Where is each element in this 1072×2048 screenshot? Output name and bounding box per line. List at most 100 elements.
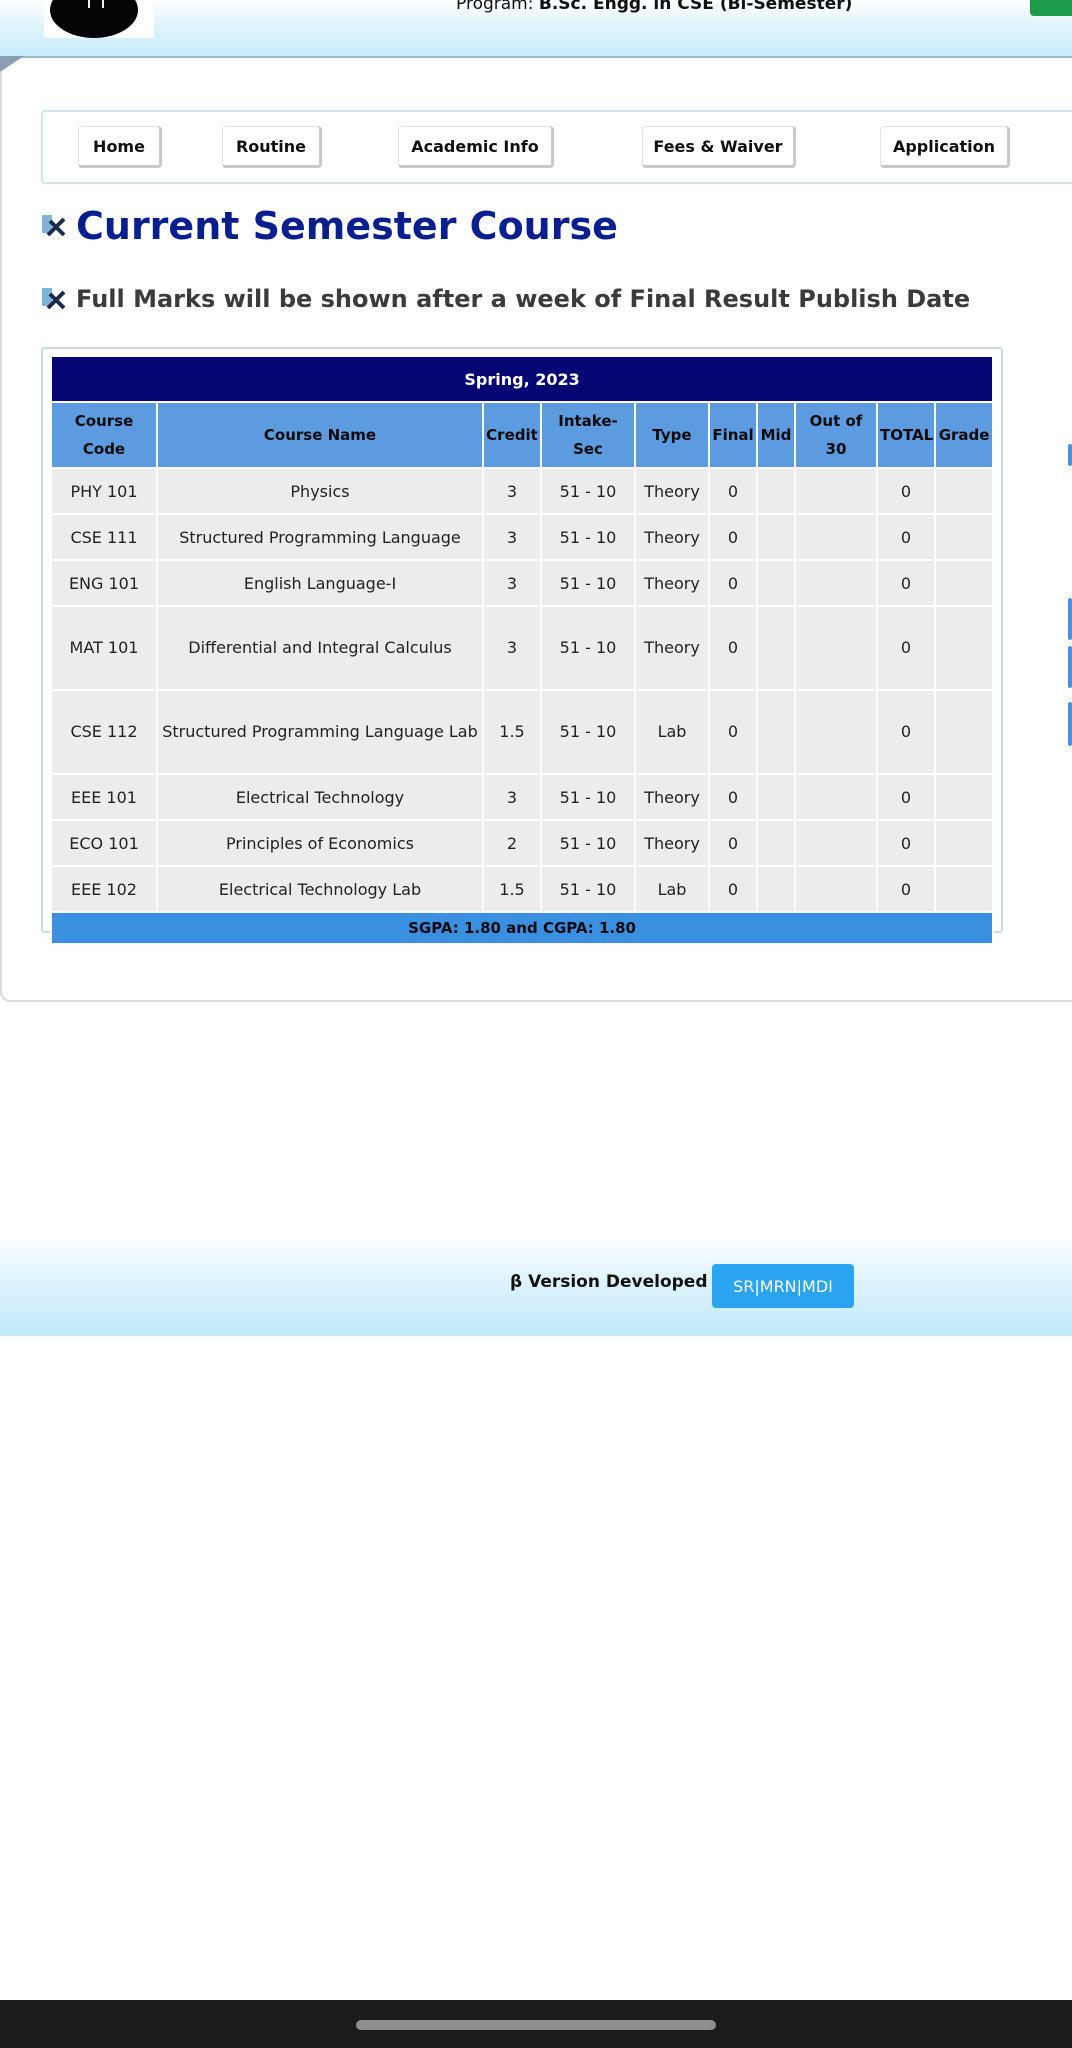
cell-grade (933, 605, 995, 691)
column-header: Mid (756, 401, 796, 469)
cell-grade (933, 773, 995, 821)
system-nav-bar (0, 2000, 1072, 2048)
cell-total: 0 (876, 467, 936, 515)
cell-intake: 51 - 10 (540, 773, 636, 821)
cell-grade (933, 689, 995, 775)
cell-credit: 2 (482, 819, 542, 867)
cell-type: Lab (634, 689, 710, 775)
home-gesture-pill[interactable] (356, 2020, 716, 2030)
cell-code: EEE 102 (50, 865, 158, 913)
cell-out30 (794, 467, 878, 515)
cell-credit: 3 (482, 605, 542, 691)
column-header: Credit (482, 401, 542, 469)
page-title-text: Current Semester Course (76, 204, 618, 248)
cell-mid (756, 467, 796, 515)
cell-out30 (794, 865, 878, 913)
cell-type: Theory (634, 819, 710, 867)
cell-code: CSE 112 (50, 689, 158, 775)
logo-mark (88, 0, 104, 8)
cell-mid (756, 559, 796, 607)
nav-fees-waiver-button[interactable]: Fees & Waiver (642, 126, 796, 168)
nav-home-button[interactable]: Home (78, 126, 162, 168)
cell-final: 0 (708, 559, 758, 607)
cell-total: 0 (876, 773, 936, 821)
cell-total: 0 (876, 865, 936, 913)
cell-intake: 51 - 10 (540, 605, 636, 691)
cell-type: Lab (634, 865, 710, 913)
cell-final: 0 (708, 689, 758, 775)
cell-credit: 1.5 (482, 865, 542, 913)
notice-text: Full Marks will be shown after a week of… (40, 284, 970, 314)
cell-name: Principles of Economics (156, 819, 484, 867)
cell-intake: 51 - 10 (540, 819, 636, 867)
cell-total: 0 (876, 819, 936, 867)
header-action-button[interactable] (1030, 0, 1072, 16)
table-row: EEE 102 Electrical Technology Lab 1.5 51 - … (50, 865, 995, 913)
side-tab[interactable] (1068, 646, 1072, 688)
cell-name: English Language-I (156, 559, 484, 607)
table-row: PHY 101 Physics 3 51 - 10 Theory 0 0 (50, 467, 995, 515)
cell-out30 (794, 773, 878, 821)
cell-type: Theory (634, 467, 710, 515)
column-header: Intake-Sec (540, 401, 636, 469)
table-row: CSE 112 Structured Programming Language L… (50, 689, 995, 775)
footer-text: β Version Developed By (510, 1272, 738, 1292)
cell-name: Structured Programming Language Lab (156, 689, 484, 775)
cell-out30 (794, 605, 878, 691)
column-header: Course Name (156, 401, 484, 469)
cell-final: 0 (708, 819, 758, 867)
cell-name: Physics (156, 467, 484, 515)
cell-intake: 51 - 10 (540, 865, 636, 913)
cell-total: 0 (876, 689, 936, 775)
cell-final: 0 (708, 605, 758, 691)
cell-name: Electrical Technology Lab (156, 865, 484, 913)
cell-grade (933, 559, 995, 607)
cell-final: 0 (708, 513, 758, 561)
cell-grade (933, 513, 995, 561)
cell-name: Structured Programming Language (156, 513, 484, 561)
program-label: Program: (456, 0, 534, 14)
cell-total: 0 (876, 605, 936, 691)
table-row: EEE 101 Electrical Technology 3 51 - 10 Theo… (50, 773, 995, 821)
notice-label: Full Marks will be shown after a week of… (76, 285, 971, 313)
cell-code: ENG 101 (50, 559, 158, 607)
column-header: Course Code (50, 401, 158, 469)
cell-grade (933, 467, 995, 515)
developer-badge[interactable]: SR|MRN|MDI (712, 1264, 854, 1308)
cell-mid (756, 689, 796, 775)
side-tab[interactable] (1068, 702, 1072, 746)
cell-code: MAT 101 (50, 605, 158, 691)
cell-code: ECO 101 (50, 819, 158, 867)
cell-type: Theory (634, 513, 710, 561)
cell-code: CSE 111 (50, 513, 158, 561)
cell-credit: 3 (482, 559, 542, 607)
column-header: Final (708, 401, 758, 469)
table-row: ECO 101 Principles of Economics 2 51 - 10 Th… (50, 819, 995, 867)
side-tab[interactable] (1068, 598, 1072, 640)
cell-name: Electrical Technology (156, 773, 484, 821)
cell-out30 (794, 559, 878, 607)
cell-credit: 3 (482, 773, 542, 821)
cell-out30 (794, 819, 878, 867)
cell-final: 0 (708, 467, 758, 515)
cell-mid (756, 865, 796, 913)
cell-total: 0 (876, 513, 936, 561)
nav-academic-info-button[interactable]: Academic Info (398, 126, 554, 168)
nav-application-button[interactable]: Application (880, 126, 1010, 168)
cell-mid (756, 513, 796, 561)
cell-intake: 51 - 10 (540, 559, 636, 607)
nav-routine-button[interactable]: Routine (222, 126, 322, 168)
cell-out30 (794, 513, 878, 561)
column-header: TOTAL (876, 401, 936, 469)
page-title: Current Semester Course (40, 204, 618, 248)
cell-total: 0 (876, 559, 936, 607)
cell-final: 0 (708, 773, 758, 821)
cell-out30 (794, 689, 878, 775)
cell-code: EEE 101 (50, 773, 158, 821)
cell-credit: 3 (482, 513, 542, 561)
cell-type: Theory (634, 773, 710, 821)
cell-type: Theory (634, 559, 710, 607)
cell-intake: 51 - 10 (540, 513, 636, 561)
side-tab[interactable] (1068, 444, 1072, 466)
column-header: Type (634, 401, 710, 469)
